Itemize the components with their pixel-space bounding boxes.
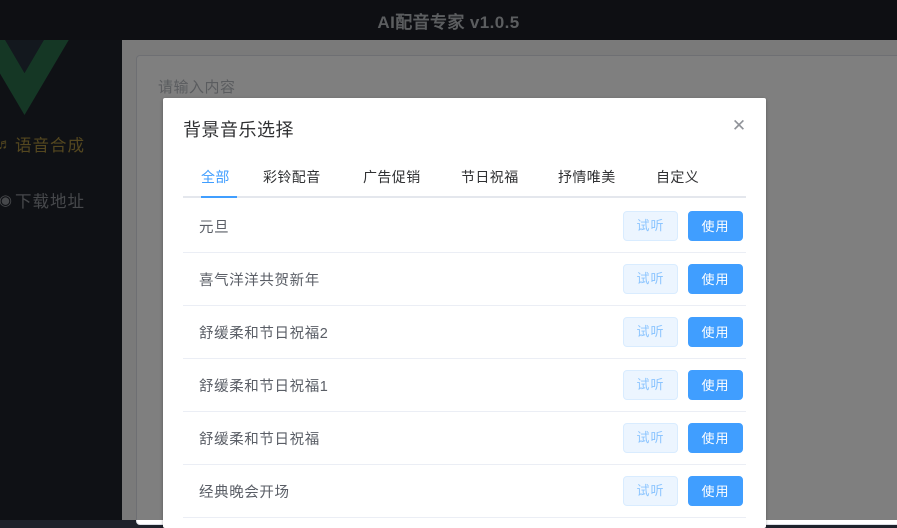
row-actions: 试听 使用 xyxy=(623,264,743,294)
use-button[interactable]: 使用 xyxy=(688,476,743,506)
music-list-row[interactable]: 舒缓柔和节日祝福 试听 使用 xyxy=(183,412,746,465)
use-button[interactable]: 使用 xyxy=(688,317,743,347)
preview-button[interactable]: 试听 xyxy=(623,423,678,453)
use-button[interactable]: 使用 xyxy=(688,370,743,400)
dialog-header: 背景音乐选择 ✕ xyxy=(163,98,766,158)
dialog-tab-1[interactable]: 彩铃配音 xyxy=(263,158,321,196)
preview-button[interactable]: 试听 xyxy=(623,370,678,400)
dialog-tab-bar: 全部 彩铃配音 广告促销 节日祝福 抒情唯美 自定义 xyxy=(183,158,746,198)
preview-button[interactable]: 试听 xyxy=(623,264,678,294)
dialog-title: 背景音乐选择 xyxy=(183,120,294,140)
music-title: 舒缓柔和节日祝福 xyxy=(199,431,320,448)
music-title: 经典晚会开场 xyxy=(199,484,290,501)
music-list-row[interactable]: 舒缓柔和节日祝福2 试听 使用 xyxy=(183,306,746,359)
preview-button[interactable]: 试听 xyxy=(623,211,678,241)
application-window: AI配音专家 v1.0.5 ♬ 语音合成 ◉ 下载地址 请输入内容 背景音乐选择… xyxy=(0,0,897,528)
use-button[interactable]: 使用 xyxy=(688,264,743,294)
dialog-tab-0[interactable]: 全部 xyxy=(201,158,230,196)
background-music-dialog: 背景音乐选择 ✕ 全部 彩铃配音 广告促销 节日祝福 抒情唯美 自定义 元旦 试听 使用 喜气洋… xyxy=(163,98,766,528)
active-tab-underline xyxy=(201,196,237,198)
use-button[interactable]: 使用 xyxy=(688,423,743,453)
music-list-row[interactable]: 喜气洋洋共贺新年 试听 使用 xyxy=(183,253,746,306)
row-actions: 试听 使用 xyxy=(623,211,743,241)
close-icon[interactable]: ✕ xyxy=(728,115,750,137)
music-title: 舒缓柔和节日祝福1 xyxy=(199,378,329,395)
music-list-row[interactable]: 经典晚会开场 试听 使用 xyxy=(183,465,746,518)
preview-button[interactable]: 试听 xyxy=(623,476,678,506)
preview-button[interactable]: 试听 xyxy=(623,317,678,347)
row-actions: 试听 使用 xyxy=(623,317,743,347)
music-list-row[interactable]: 元旦 试听 使用 xyxy=(183,200,746,253)
use-button[interactable]: 使用 xyxy=(688,211,743,241)
music-list[interactable]: 元旦 试听 使用 喜气洋洋共贺新年 试听 使用 舒缓柔和节日祝福2 试听 使用 舒缓柔和节日祝福1… xyxy=(183,200,746,528)
music-title: 元旦 xyxy=(199,219,230,236)
dialog-tab-2[interactable]: 广告促销 xyxy=(363,158,421,196)
row-actions: 试听 使用 xyxy=(623,370,743,400)
dialog-tab-3[interactable]: 节日祝福 xyxy=(461,158,519,196)
dialog-tab-4[interactable]: 抒情唯美 xyxy=(558,158,616,196)
dialog-tab-5[interactable]: 自定义 xyxy=(656,158,699,196)
row-actions: 试听 使用 xyxy=(623,476,743,506)
row-actions: 试听 使用 xyxy=(623,423,743,453)
music-title: 喜气洋洋共贺新年 xyxy=(199,272,320,289)
music-title: 舒缓柔和节日祝福2 xyxy=(199,325,329,342)
music-list-row[interactable]: 舒缓柔和节日祝福1 试听 使用 xyxy=(183,359,746,412)
